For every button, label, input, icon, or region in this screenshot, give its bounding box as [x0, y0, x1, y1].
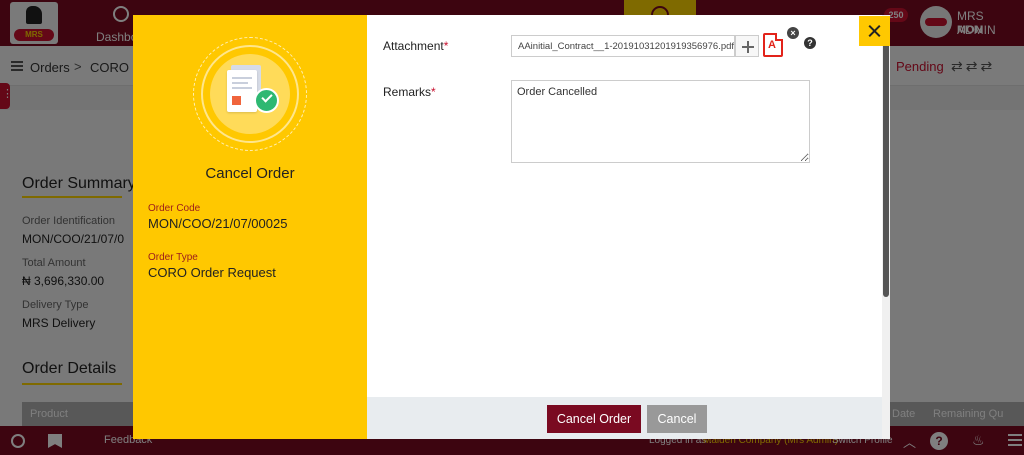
attachment-filename-field[interactable]: AAinitial_Contract__1-201910312019193569…	[511, 35, 735, 57]
modal-info-panel: Cancel Order Order Code MON/COO/21/07/00…	[133, 15, 367, 439]
document-icon	[227, 70, 257, 112]
remarks-textarea[interactable]: Order Cancelled	[511, 80, 810, 163]
add-attachment-button[interactable]	[735, 35, 759, 57]
remarks-label: Remarks*	[383, 85, 436, 99]
order-code-value: MON/COO/21/07/00025	[148, 216, 288, 231]
scrollbar-thumb[interactable]	[883, 17, 889, 297]
help-icon[interactable]: ?	[804, 37, 816, 49]
required-mark: *	[431, 85, 436, 99]
order-type-label: Order Type	[148, 252, 198, 263]
order-code-label: Order Code	[148, 203, 201, 214]
remarks-label-text: Remarks	[383, 85, 432, 99]
close-modal-button[interactable]	[859, 16, 890, 46]
order-type-value: CORO Order Request	[148, 265, 276, 280]
attachment-label-text: Attachment	[383, 39, 444, 53]
modal-scrollbar[interactable]	[882, 15, 890, 439]
cancel-order-button[interactable]: Cancel Order	[547, 405, 641, 433]
check-icon	[254, 88, 279, 113]
remove-attachment-icon[interactable]: ×	[787, 27, 799, 39]
pdf-file-icon[interactable]: A	[763, 33, 783, 57]
modal-footer: Cancel Order Cancel	[367, 397, 882, 439]
required-mark: *	[443, 39, 449, 53]
attachment-label: Attachment*	[383, 39, 448, 53]
modal-title: Cancel Order	[205, 165, 295, 182]
cancel-order-modal: Cancel Order Order Code MON/COO/21/07/00…	[133, 15, 890, 439]
modal-form-panel: Attachment* AAinitial_Contract__1-201910…	[367, 15, 890, 439]
pdf-glyph: A	[768, 39, 776, 51]
cancel-button[interactable]: Cancel	[647, 405, 707, 433]
